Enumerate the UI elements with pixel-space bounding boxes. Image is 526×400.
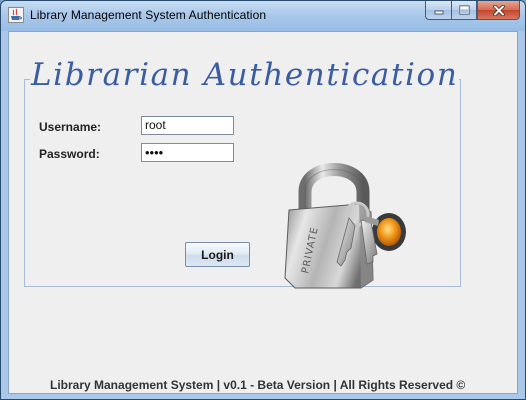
authentication-group-box: Username: root Password: •••• Login PRIV… bbox=[24, 79, 461, 289]
minimize-icon bbox=[434, 10, 443, 15]
title-bar[interactable]: Library Management System Authentication bbox=[1, 1, 525, 31]
app-window: Library Management System Authentication bbox=[0, 0, 526, 400]
maximize-icon bbox=[459, 5, 469, 15]
login-button[interactable]: Login bbox=[185, 242, 250, 267]
page-title: Librarian Authentication bbox=[30, 57, 460, 93]
minimize-button[interactable] bbox=[425, 1, 451, 20]
footer-text: Library Management System | v0.1 - Beta … bbox=[50, 378, 466, 392]
caption-buttons bbox=[425, 1, 520, 21]
client-area: Username: root Password: •••• Login PRIV… bbox=[8, 31, 518, 394]
maximize-button[interactable] bbox=[451, 1, 477, 20]
java-cup-icon bbox=[8, 7, 24, 23]
window-title: Library Management System Authentication bbox=[30, 8, 267, 22]
padlock-keys-private-icon: PRIVATE bbox=[284, 163, 406, 289]
close-icon bbox=[492, 4, 505, 16]
username-field[interactable]: root bbox=[141, 116, 234, 135]
password-field[interactable]: •••• bbox=[141, 143, 234, 162]
password-label: Password: bbox=[39, 147, 100, 161]
close-button[interactable] bbox=[477, 1, 520, 20]
username-label: Username: bbox=[39, 120, 102, 134]
